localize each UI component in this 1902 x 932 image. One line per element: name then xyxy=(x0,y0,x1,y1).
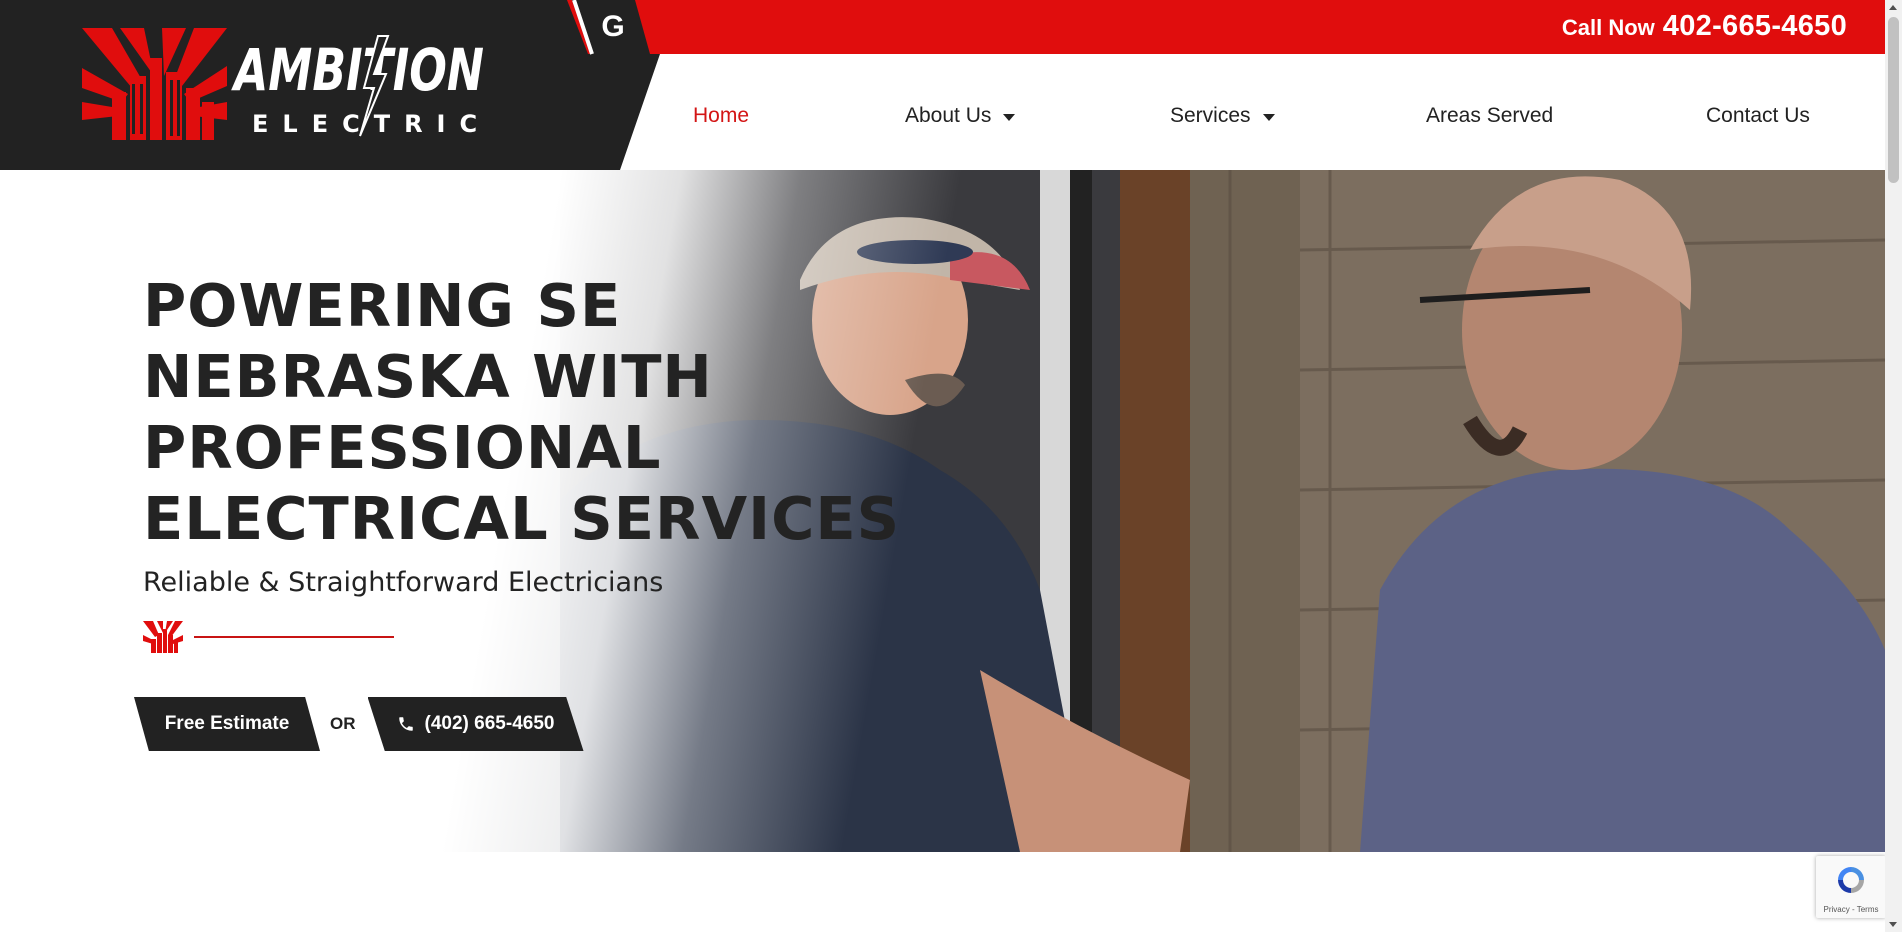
hero-headline-line: PROFESSIONAL xyxy=(143,413,662,482)
caret-down-icon xyxy=(1003,113,1016,121)
nav-services-label: Services xyxy=(1170,104,1251,127)
nav-about-us-label: About Us xyxy=(905,104,992,127)
nav-areas-served-label: Areas Served xyxy=(1426,104,1554,127)
nav-areas-served[interactable]: Areas Served xyxy=(1426,104,1553,128)
call-now[interactable]: Call Now 402-665-4650 xyxy=(1562,10,1847,43)
red-divider-line xyxy=(194,636,394,638)
call-now-label: Call Now xyxy=(1561,15,1655,40)
nav-contact-us[interactable]: Contact Us xyxy=(1706,104,1810,128)
scrollbar-thumb[interactable] xyxy=(1888,17,1899,183)
logo-wordmark-top: AMBITION xyxy=(231,36,484,104)
hero-headline-line: ELECTRICAL SERVICES xyxy=(143,484,901,553)
recaptcha-terms[interactable]: Privacy - Terms xyxy=(1816,905,1886,914)
nav-home[interactable]: Home xyxy=(693,104,749,128)
nav-home-label: Home xyxy=(693,104,750,127)
google-icon[interactable]: G xyxy=(596,10,630,44)
main-nav: Home About Us Services Areas Served Cont… xyxy=(620,54,1885,170)
call-phone-button[interactable]: (402) 665-4650 xyxy=(367,697,584,751)
hero-cta-row: Free Estimate OR (402) 665-4650 xyxy=(134,697,584,751)
hero: POWERING SE NEBRASKA WITH PROFESSIONAL E… xyxy=(0,170,1885,852)
hero-headline-line: NEBRASKA WITH xyxy=(143,342,713,411)
nav-about-us[interactable]: About Us xyxy=(905,104,1016,128)
page: Call Now 402-665-4650 G AMBITION ELECTRI… xyxy=(0,0,1902,932)
call-phone-label: (402) 665-4650 xyxy=(424,713,555,734)
recaptcha-icon xyxy=(1838,867,1864,893)
caret-down-icon xyxy=(1262,113,1275,121)
hero-headline: POWERING SE NEBRASKA WITH PROFESSIONAL E… xyxy=(143,270,903,554)
cta-or-text: OR xyxy=(330,714,356,733)
sunburst-emblem-icon xyxy=(143,621,183,653)
free-estimate-label: Free Estimate xyxy=(164,713,290,734)
scroll-up-arrow-icon[interactable] xyxy=(1889,5,1897,10)
recaptcha-badge[interactable]: Privacy - Terms xyxy=(1816,856,1886,918)
hero-headline-line: POWERING SE xyxy=(143,271,622,340)
free-estimate-button[interactable]: Free Estimate xyxy=(134,697,320,751)
scroll-down-arrow-icon[interactable] xyxy=(1889,922,1897,927)
page-scrollbar[interactable] xyxy=(1885,0,1902,932)
nav-services[interactable]: Services xyxy=(1170,104,1275,128)
ambition-electric-logo[interactable]: AMBITION ELECTRIC xyxy=(82,28,488,140)
logo-emblem xyxy=(82,28,227,140)
phone-icon xyxy=(398,717,413,731)
call-now-number[interactable]: 402-665-4650 xyxy=(1663,10,1847,43)
hero-subheadline: Reliable & Straightforward Electricians xyxy=(143,567,664,598)
nav-contact-us-label: Contact Us xyxy=(1706,104,1810,127)
